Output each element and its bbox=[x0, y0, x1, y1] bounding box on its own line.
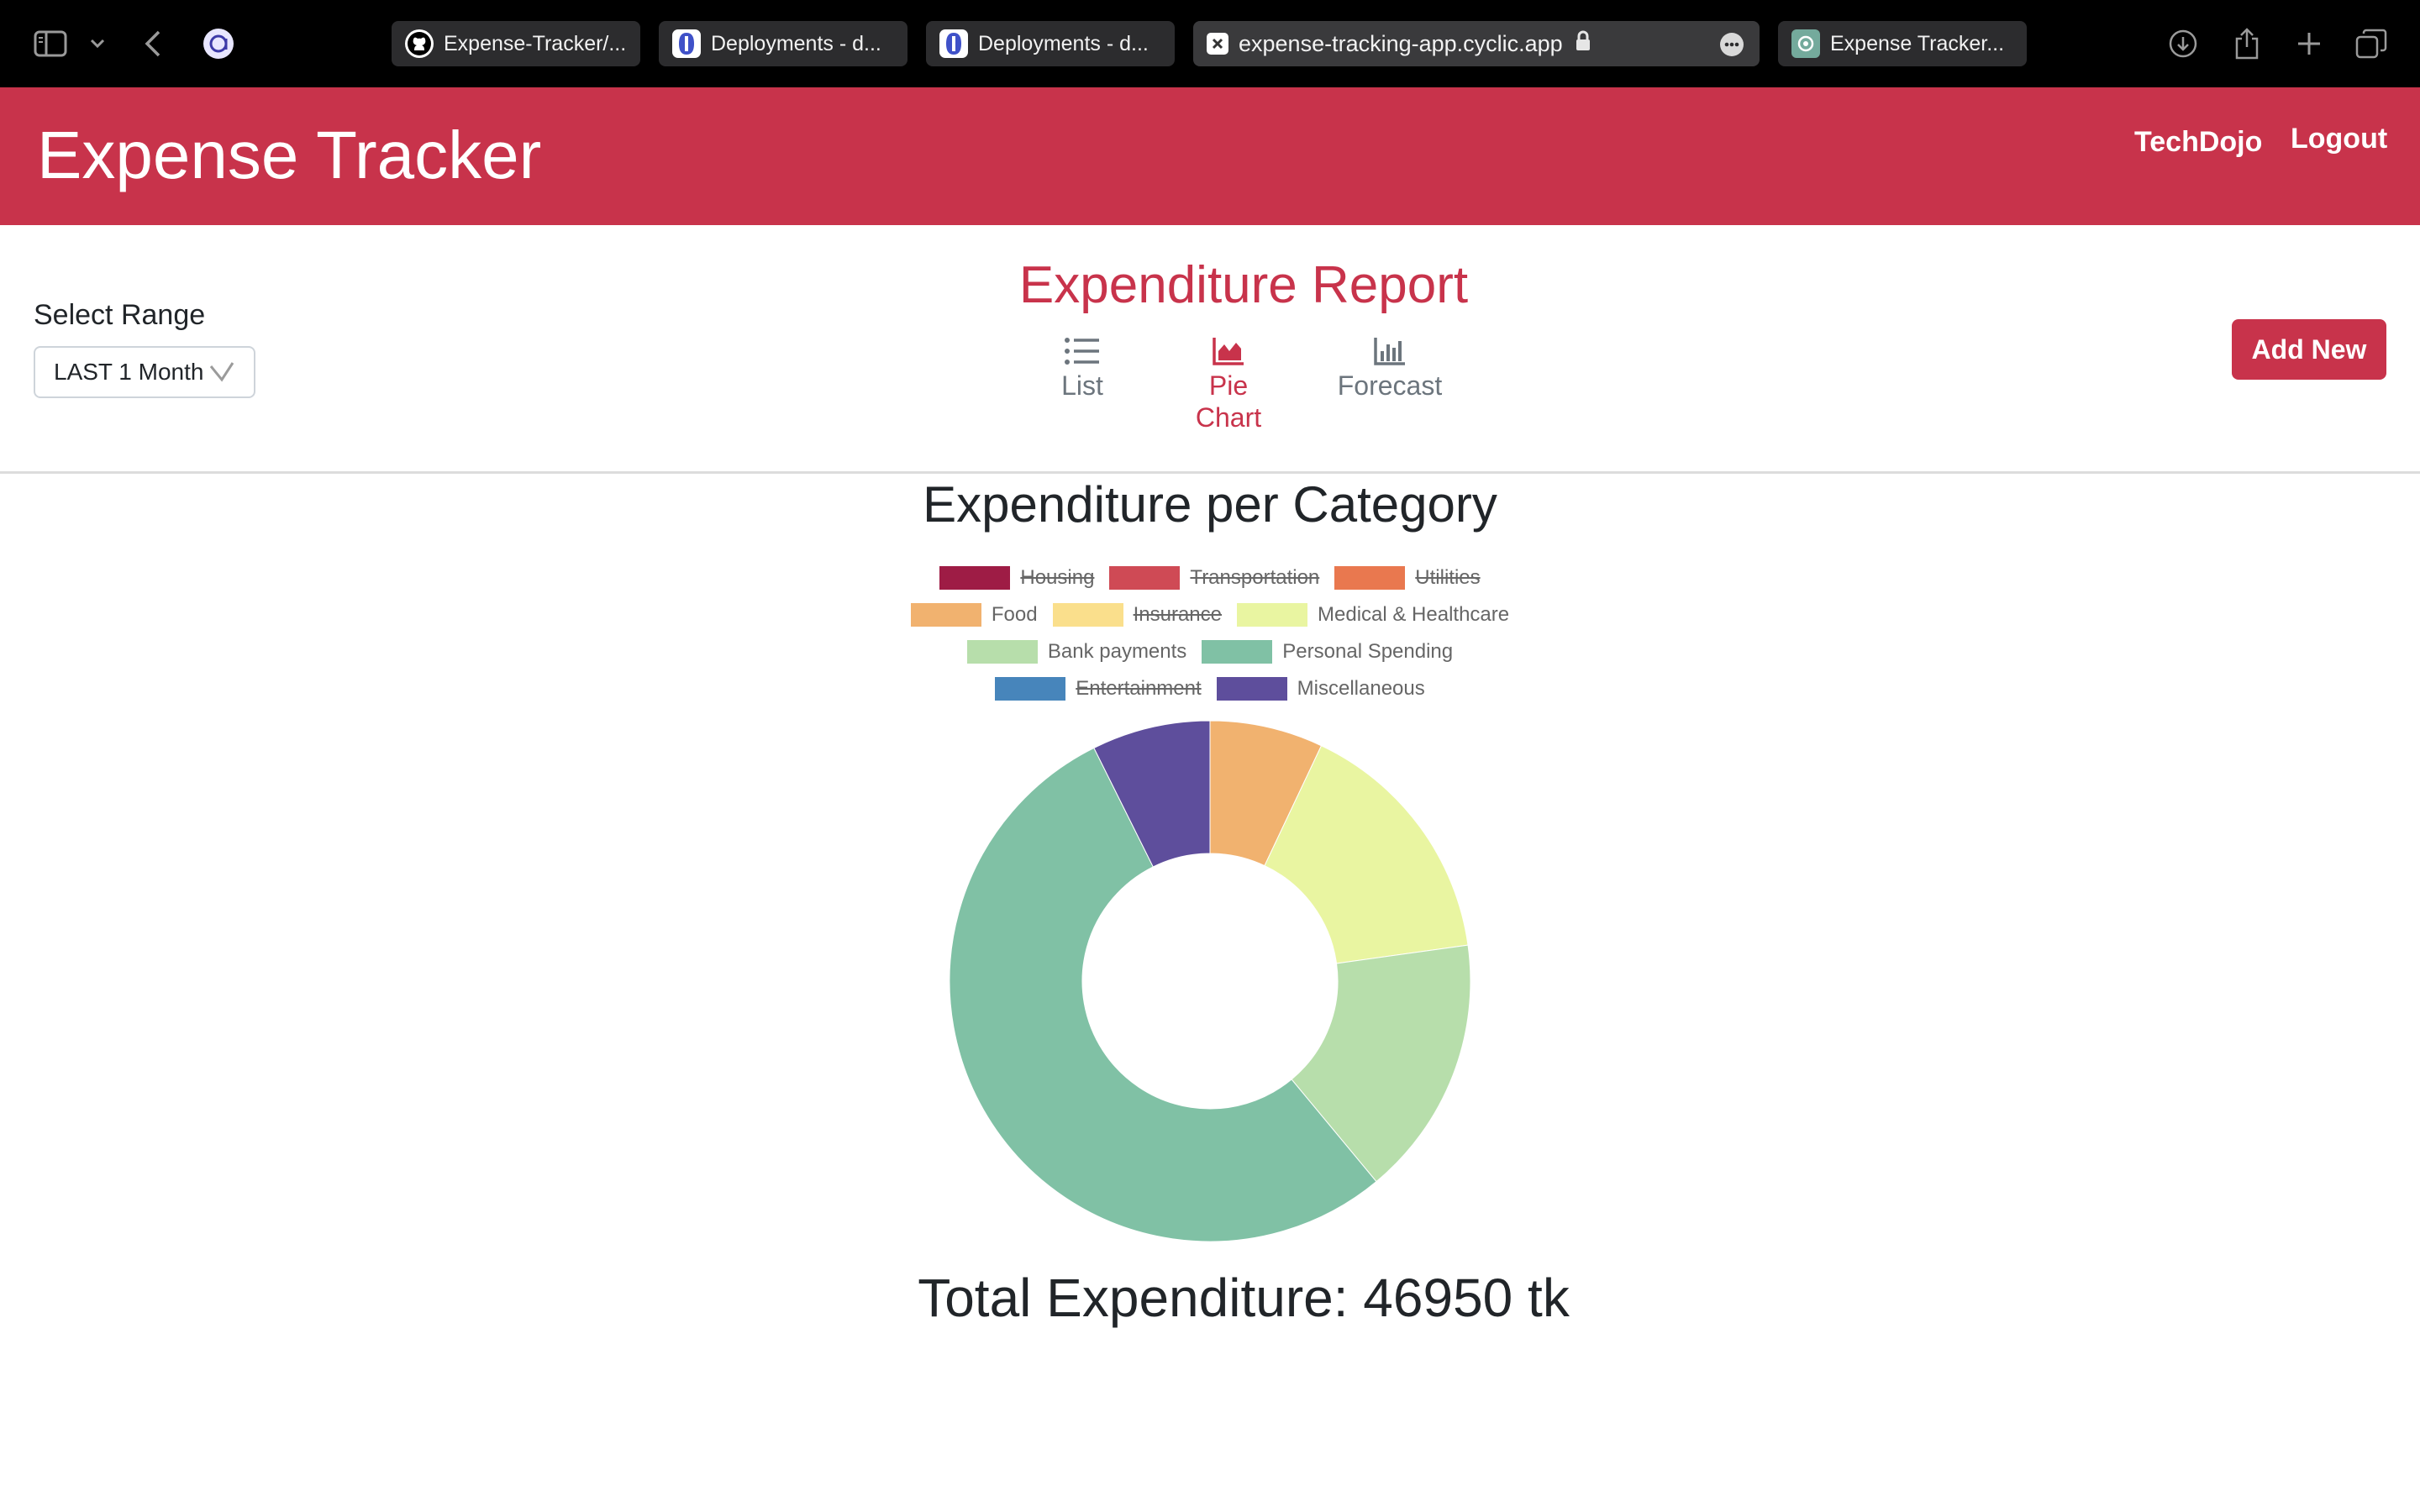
logout-link[interactable]: Logout bbox=[2291, 123, 2387, 155]
sidebar-toggle-icon[interactable] bbox=[29, 22, 72, 66]
chart-legend-row: Bank payments Personal Spending bbox=[0, 640, 2420, 664]
tab-title: Deployments - d... bbox=[978, 31, 1149, 55]
legend-swatch bbox=[1216, 677, 1287, 701]
legend-item-insurance[interactable]: Insurance bbox=[1052, 603, 1222, 627]
tab-list[interactable]: List bbox=[1023, 336, 1141, 402]
legend-label: Bank payments bbox=[1047, 640, 1187, 663]
report-title: Expenditure Report bbox=[1018, 256, 1469, 314]
legend-item-entertainment[interactable]: Entertainment bbox=[995, 677, 1202, 701]
legend-swatch bbox=[995, 677, 1066, 701]
add-new-button[interactable]: Add New bbox=[2232, 319, 2386, 380]
legend-item-personal-spending[interactable]: Personal Spending bbox=[1202, 640, 1453, 664]
chart-legend-row: Housing Transportation Utilities bbox=[0, 566, 2420, 590]
more-options-icon[interactable] bbox=[1719, 32, 1744, 63]
bar-chart-icon bbox=[1331, 336, 1449, 366]
legend-item-food[interactable]: Food bbox=[910, 603, 1038, 627]
legend-item-medical[interactable]: Medical & Healthcare bbox=[1237, 603, 1509, 627]
app-brand[interactable]: Expense Tracker bbox=[37, 109, 541, 202]
browser-tab[interactable]: Expense Tracker... bbox=[1778, 21, 2027, 66]
chatgpt-icon bbox=[1791, 29, 1820, 58]
download-icon[interactable] bbox=[2161, 22, 2205, 66]
legend-swatch bbox=[1052, 603, 1123, 627]
chevron-down-icon bbox=[208, 361, 235, 391]
report-toolbar: Select Range LAST 1 Month Expenditure Re… bbox=[0, 225, 2420, 474]
legend-item-housing[interactable]: Housing bbox=[939, 566, 1094, 590]
tab-forecast[interactable]: Forecast bbox=[1331, 336, 1449, 402]
legend-label: Miscellaneous bbox=[1297, 677, 1425, 700]
tab-pie-chart[interactable]: Pie Chart bbox=[1170, 336, 1287, 433]
legend-swatch bbox=[910, 603, 981, 627]
browser-tab-active[interactable]: expense-tracking-app.cyclic.app bbox=[1193, 21, 1760, 66]
lock-icon bbox=[1575, 30, 1591, 58]
chart-legend-row: Entertainment Miscellaneous bbox=[0, 677, 2420, 701]
legend-swatch bbox=[1109, 566, 1181, 590]
tab-title: Expense Tracker... bbox=[1830, 31, 2005, 55]
donut-chart[interactable] bbox=[941, 712, 1479, 1250]
legend-label: Entertainment bbox=[1076, 677, 1202, 700]
legend-label: Personal Spending bbox=[1282, 640, 1454, 663]
browser-tab[interactable]: Expense-Tracker/... bbox=[392, 21, 640, 66]
chevron-down-icon[interactable] bbox=[76, 22, 119, 66]
new-tab-icon[interactable] bbox=[2287, 22, 2331, 66]
legend-label: Transportation bbox=[1190, 566, 1320, 589]
legend-item-utilities[interactable]: Utilities bbox=[1334, 566, 1481, 590]
github-icon bbox=[405, 29, 434, 58]
legend-swatch bbox=[1202, 640, 1273, 664]
area-chart-icon bbox=[1170, 336, 1287, 366]
deploy-icon bbox=[939, 29, 968, 58]
tab-overview-icon[interactable] bbox=[2349, 22, 2393, 66]
legend-label: Food bbox=[991, 603, 1038, 626]
tab-title: Expense-Tracker/... bbox=[444, 31, 627, 55]
legend-swatch bbox=[1334, 566, 1406, 590]
range-label: Select Range bbox=[34, 299, 206, 331]
browser-tab[interactable]: Deployments - d... bbox=[926, 21, 1175, 66]
back-arrow-icon[interactable] bbox=[131, 22, 175, 66]
chart-title: Expenditure per Category bbox=[923, 476, 1497, 533]
legend-swatch bbox=[939, 566, 1011, 590]
deploy-icon bbox=[672, 29, 701, 58]
range-select[interactable]: LAST 1 Month bbox=[34, 346, 255, 398]
share-icon[interactable] bbox=[2225, 22, 2269, 66]
legend-label: Medical & Healthcare bbox=[1318, 603, 1510, 626]
browser-toolbar: Expense-Tracker/... Deployments - d... D… bbox=[0, 0, 2420, 87]
user-link[interactable]: TechDojo bbox=[2134, 126, 2262, 159]
extension-icon[interactable] bbox=[197, 22, 240, 66]
range-select-value: LAST 1 Month bbox=[54, 359, 204, 385]
chart-legend-row: Food Insurance Medical & Healthcare bbox=[0, 603, 2420, 627]
legend-label: Insurance bbox=[1133, 603, 1222, 626]
legend-swatch bbox=[966, 640, 1038, 664]
legend-item-miscellaneous[interactable]: Miscellaneous bbox=[1216, 677, 1425, 701]
total-expenditure: Total Expenditure: 46950 tk bbox=[918, 1268, 1570, 1328]
site-icon bbox=[1207, 33, 1228, 55]
app-navbar: Expense Tracker TechDojo Logout bbox=[0, 87, 2420, 225]
legend-label: Housing bbox=[1020, 566, 1095, 589]
list-icon bbox=[1023, 336, 1141, 366]
legend-swatch bbox=[1237, 603, 1307, 627]
browser-tab[interactable]: Deployments - d... bbox=[659, 21, 908, 66]
tab-pie-chart-label: Pie Chart bbox=[1195, 370, 1262, 433]
address-url: expense-tracking-app.cyclic.app bbox=[1239, 30, 1563, 56]
legend-label: Utilities bbox=[1415, 566, 1481, 589]
legend-item-bank-payments[interactable]: Bank payments bbox=[966, 640, 1187, 664]
tab-title: Deployments - d... bbox=[711, 31, 881, 55]
tab-list-label: List bbox=[1061, 370, 1103, 401]
legend-item-transportation[interactable]: Transportation bbox=[1109, 566, 1319, 590]
tab-forecast-label: Forecast bbox=[1337, 370, 1443, 401]
